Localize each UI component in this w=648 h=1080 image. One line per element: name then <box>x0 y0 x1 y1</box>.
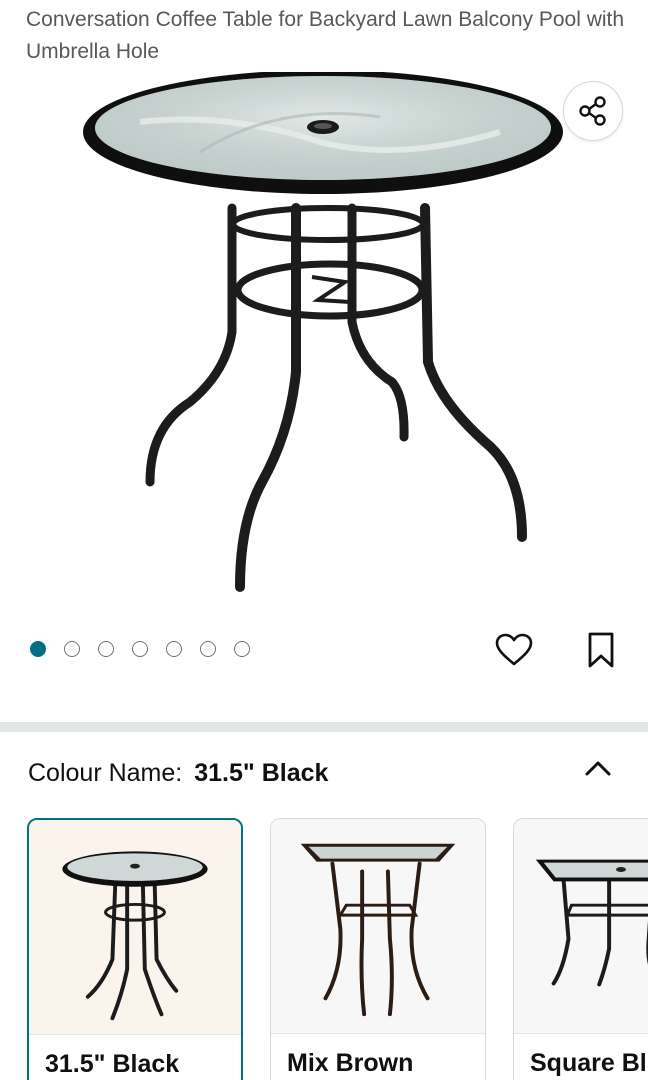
variant-selected-value: 31.5" Black <box>194 759 329 787</box>
product-main-image[interactable] <box>0 70 648 612</box>
add-to-wishlist-button[interactable] <box>494 630 534 670</box>
swatch-separator <box>29 1034 241 1035</box>
collapse-variants-button[interactable] <box>580 750 616 786</box>
pagination-dot[interactable] <box>98 641 114 657</box>
save-for-later-button[interactable] <box>582 629 620 671</box>
variant-thumbnail <box>29 820 241 1034</box>
variant-label: Colour Name: <box>28 759 183 787</box>
variant-thumbnail <box>271 819 485 1033</box>
pagination-dot[interactable] <box>200 641 216 657</box>
share-button[interactable] <box>563 81 623 141</box>
chevron-up-icon <box>585 761 611 776</box>
round-glass-table-image <box>83 70 563 592</box>
square-black-table-thumbnail-icon <box>535 859 648 987</box>
bookmark-icon <box>588 632 614 668</box>
variant-swatch-list: 31.5" Black Mix Brown Square Bl <box>27 818 648 1080</box>
pagination-dot[interactable] <box>64 641 80 657</box>
product-title: Conversation Coffee Table for Backyard L… <box>26 8 625 63</box>
pagination-dot[interactable] <box>132 641 148 657</box>
variant-selector-header: Colour Name: 31.5" Black <box>28 757 328 789</box>
pagination-dot[interactable] <box>234 641 250 657</box>
variant-swatch-mix-brown[interactable]: Mix Brown <box>270 818 486 1080</box>
swatch-separator <box>514 1033 648 1034</box>
variant-swatch-square-black[interactable]: Square Bl <box>513 818 648 1080</box>
round-table-thumbnail-icon <box>62 851 208 1021</box>
share-icon <box>579 96 606 126</box>
image-pagination-dots[interactable] <box>30 641 250 657</box>
pagination-dot[interactable] <box>166 641 182 657</box>
swatch-separator <box>271 1033 485 1034</box>
square-table-thumbnail-icon <box>300 843 456 1017</box>
variant-name: Mix Brown <box>287 1049 414 1077</box>
variant-thumbnail <box>514 819 648 1033</box>
section-divider <box>0 722 648 732</box>
variant-name: 31.5" Black <box>45 1050 180 1078</box>
variant-swatch-31-5-black[interactable]: 31.5" Black <box>27 818 243 1080</box>
pagination-dot[interactable] <box>30 641 46 657</box>
heart-icon <box>495 633 533 666</box>
variant-name: Square Bl <box>530 1049 647 1077</box>
